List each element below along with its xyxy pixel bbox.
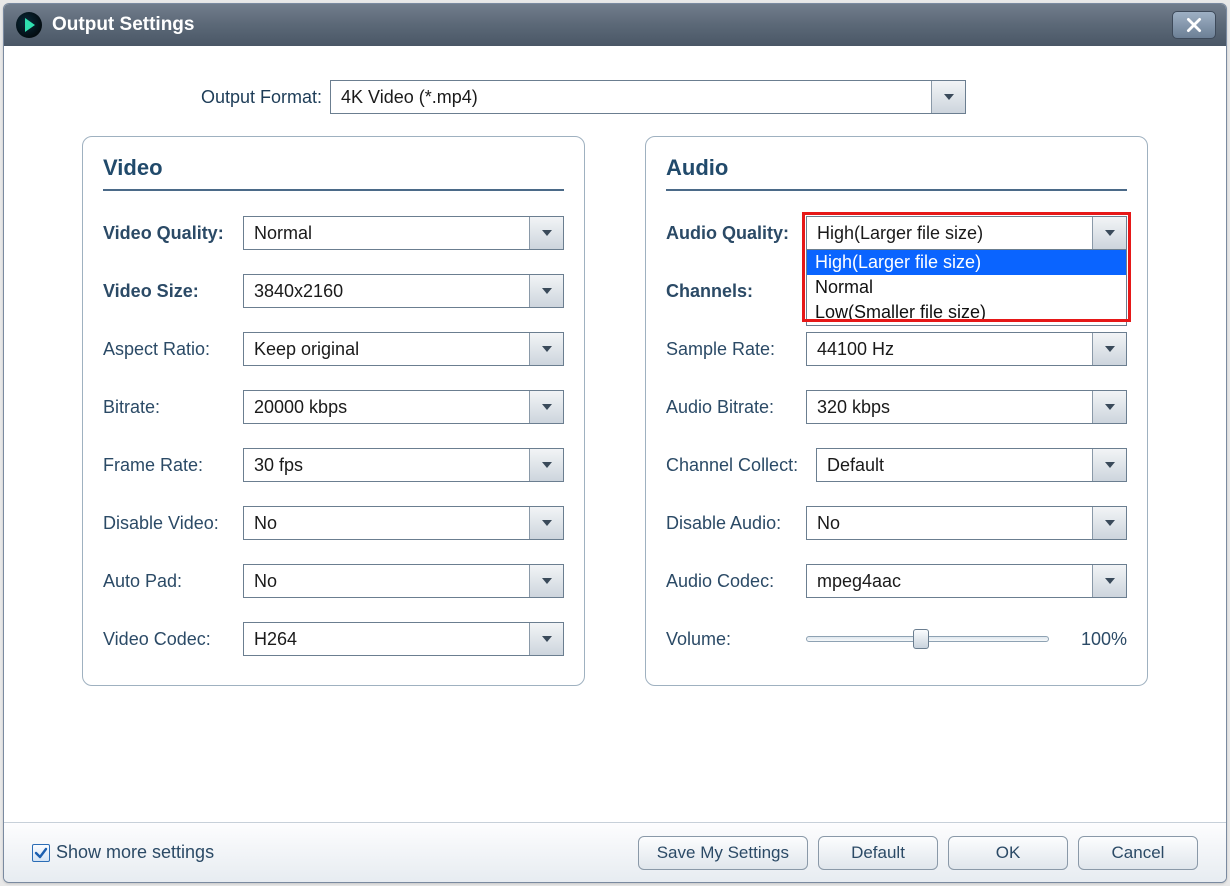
chevron-down-icon bbox=[1092, 565, 1126, 597]
audio-quality-options: High(Larger file size) Normal Low(Smalle… bbox=[806, 250, 1127, 326]
chevron-down-icon bbox=[931, 81, 965, 113]
dialog-footer: Show more settings Save My Settings Defa… bbox=[4, 822, 1226, 882]
aspect-ratio-dropdown[interactable]: Keep original bbox=[243, 332, 564, 366]
video-quality-field: Video Quality: Normal bbox=[103, 215, 564, 251]
chevron-down-icon bbox=[529, 391, 563, 423]
ok-button[interactable]: OK bbox=[948, 836, 1068, 870]
titlebar: Output Settings bbox=[4, 4, 1226, 46]
video-codec-field: Video Codec: H264 bbox=[103, 621, 564, 657]
sample-rate-dropdown[interactable]: 44100 Hz bbox=[806, 332, 1127, 366]
output-format-value: 4K Video (*.mp4) bbox=[331, 87, 931, 108]
volume-field: Volume: 100% bbox=[666, 621, 1127, 657]
chevron-down-icon bbox=[529, 275, 563, 307]
chevron-down-icon bbox=[1092, 333, 1126, 365]
output-format-label: Output Format: bbox=[182, 87, 322, 108]
slider-thumb[interactable] bbox=[913, 629, 929, 649]
audio-bitrate-field: Audio Bitrate: 320 kbps bbox=[666, 389, 1127, 425]
volume-value: 100% bbox=[1067, 629, 1127, 650]
chevron-down-icon bbox=[1092, 217, 1126, 249]
audio-panel: Audio Audio Quality: High(Larger file si… bbox=[645, 136, 1148, 686]
checkbox-icon bbox=[32, 844, 50, 862]
video-bitrate-field: Bitrate: 20000 kbps bbox=[103, 389, 564, 425]
audio-panel-title: Audio bbox=[666, 155, 1127, 191]
save-my-settings-button[interactable]: Save My Settings bbox=[638, 836, 808, 870]
output-settings-dialog: Output Settings Output Format: 4K Video … bbox=[3, 3, 1227, 883]
chevron-down-icon bbox=[529, 217, 563, 249]
volume-slider[interactable] bbox=[806, 632, 1049, 646]
chevron-down-icon bbox=[1092, 449, 1126, 481]
audio-quality-option-high[interactable]: High(Larger file size) bbox=[807, 250, 1126, 275]
chevron-down-icon bbox=[1092, 507, 1126, 539]
cancel-button[interactable]: Cancel bbox=[1078, 836, 1198, 870]
frame-rate-field: Frame Rate: 30 fps bbox=[103, 447, 564, 483]
default-button[interactable]: Default bbox=[818, 836, 938, 870]
auto-pad-field: Auto Pad: No bbox=[103, 563, 564, 599]
disable-video-dropdown[interactable]: No bbox=[243, 506, 564, 540]
frame-rate-dropdown[interactable]: 30 fps bbox=[243, 448, 564, 482]
close-button[interactable] bbox=[1172, 11, 1216, 39]
aspect-ratio-field: Aspect Ratio: Keep original bbox=[103, 331, 564, 367]
show-more-settings-label: Show more settings bbox=[56, 842, 214, 863]
sample-rate-field: Sample Rate: 44100 Hz bbox=[666, 331, 1127, 367]
audio-quality-option-normal[interactable]: Normal bbox=[807, 275, 1126, 300]
close-icon bbox=[1185, 16, 1203, 34]
audio-bitrate-dropdown[interactable]: 320 kbps bbox=[806, 390, 1127, 424]
chevron-down-icon bbox=[529, 507, 563, 539]
app-logo-icon bbox=[16, 12, 42, 38]
channel-collect-dropdown[interactable]: Default bbox=[816, 448, 1127, 482]
video-size-field: Video Size: 3840x2160 bbox=[103, 273, 564, 309]
video-codec-dropdown[interactable]: H264 bbox=[243, 622, 564, 656]
output-format-row: Output Format: 4K Video (*.mp4) bbox=[32, 80, 1198, 114]
window-title: Output Settings bbox=[52, 14, 1172, 36]
disable-video-field: Disable Video: No bbox=[103, 505, 564, 541]
chevron-down-icon bbox=[529, 449, 563, 481]
channel-collect-field: Channel Collect: Default bbox=[666, 447, 1127, 483]
audio-quality-option-low[interactable]: Low(Smaller file size) bbox=[807, 300, 1126, 325]
video-size-dropdown[interactable]: 3840x2160 bbox=[243, 274, 564, 308]
audio-quality-dropdown[interactable]: High(Larger file size) bbox=[806, 216, 1127, 250]
video-panel-title: Video bbox=[103, 155, 564, 191]
disable-audio-field: Disable Audio: No bbox=[666, 505, 1127, 541]
audio-codec-field: Audio Codec: mpeg4aac bbox=[666, 563, 1127, 599]
chevron-down-icon bbox=[529, 333, 563, 365]
chevron-down-icon bbox=[1092, 391, 1126, 423]
chevron-down-icon bbox=[529, 623, 563, 655]
auto-pad-dropdown[interactable]: No bbox=[243, 564, 564, 598]
audio-quality-field: Audio Quality: High(Larger file size) Hi… bbox=[666, 215, 1127, 251]
chevron-down-icon bbox=[529, 565, 563, 597]
output-format-dropdown[interactable]: 4K Video (*.mp4) bbox=[330, 80, 966, 114]
disable-audio-dropdown[interactable]: No bbox=[806, 506, 1127, 540]
show-more-settings-checkbox[interactable]: Show more settings bbox=[32, 842, 214, 863]
audio-codec-dropdown[interactable]: mpeg4aac bbox=[806, 564, 1127, 598]
video-panel: Video Video Quality: Normal Video Size: … bbox=[82, 136, 585, 686]
video-quality-dropdown[interactable]: Normal bbox=[243, 216, 564, 250]
video-bitrate-dropdown[interactable]: 20000 kbps bbox=[243, 390, 564, 424]
